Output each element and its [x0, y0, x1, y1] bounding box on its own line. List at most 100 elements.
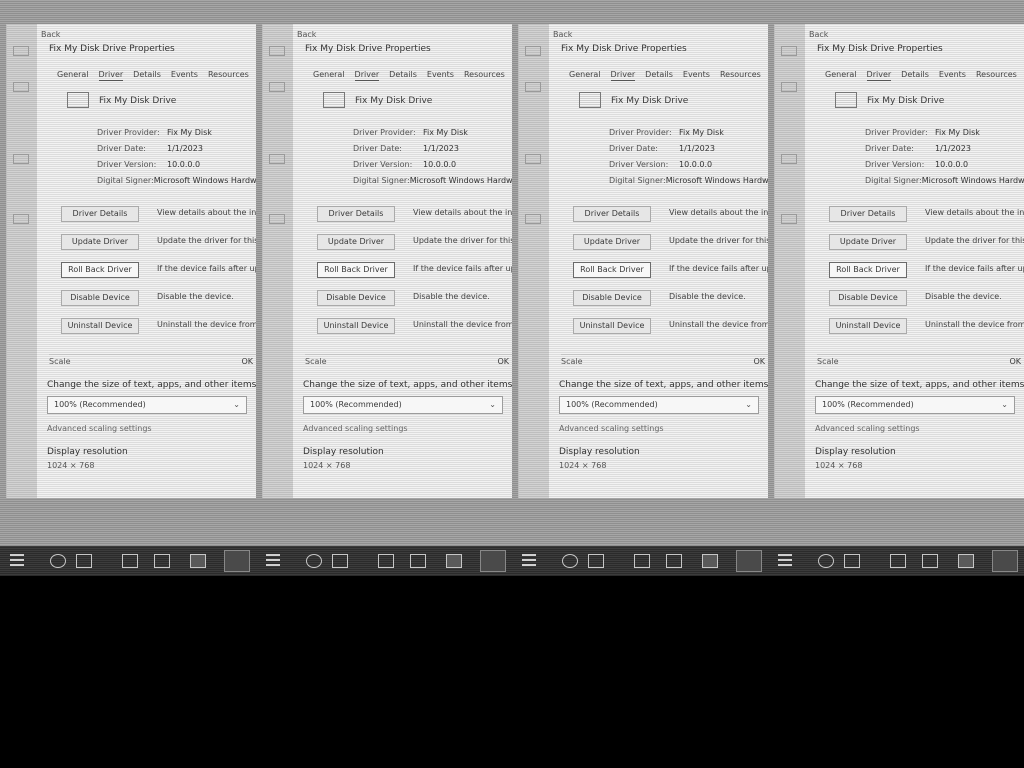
ok-button[interactable]: OK [753, 357, 765, 366]
scale-dropdown[interactable]: 100% (Recommended) ⌄ [559, 396, 759, 414]
settings-icon[interactable] [190, 554, 206, 568]
update-driver-button[interactable]: Update Driver [573, 234, 651, 250]
display-icon[interactable] [525, 154, 541, 164]
ok-button[interactable]: OK [497, 357, 509, 366]
show-desktop-icon[interactable] [736, 550, 762, 572]
tab-driver[interactable]: Driver [98, 70, 124, 81]
file-explorer-icon[interactable] [154, 554, 170, 568]
driver-details-button[interactable]: Driver Details [829, 206, 907, 222]
advanced-scaling-link[interactable]: Advanced scaling settings [47, 424, 256, 433]
start-icon[interactable] [522, 554, 536, 566]
start-icon[interactable] [10, 554, 24, 566]
tab-events[interactable]: Events [427, 70, 454, 81]
search-icon[interactable] [562, 554, 578, 568]
tab-events[interactable]: Events [683, 70, 710, 81]
update-driver-button[interactable]: Update Driver [317, 234, 395, 250]
tab-events[interactable]: Events [939, 70, 966, 81]
task-view-icon[interactable] [76, 554, 92, 568]
home-icon[interactable] [269, 46, 285, 56]
uninstall-device-button[interactable]: Uninstall Device [317, 318, 395, 334]
file-explorer-icon[interactable] [410, 554, 426, 568]
tab-details[interactable]: Details [389, 70, 417, 81]
edge-icon[interactable] [890, 554, 906, 568]
task-view-icon[interactable] [844, 554, 860, 568]
tab-events[interactable]: Events [171, 70, 198, 81]
back-link[interactable]: Back [809, 30, 828, 39]
start-icon[interactable] [266, 554, 280, 566]
driver-details-button[interactable]: Driver Details [317, 206, 395, 222]
update-driver-button[interactable]: Update Driver [829, 234, 907, 250]
display-icon[interactable] [13, 154, 29, 164]
edge-icon[interactable] [122, 554, 138, 568]
system-icon[interactable] [13, 82, 29, 92]
system-icon[interactable] [525, 82, 541, 92]
driver-details-button[interactable]: Driver Details [61, 206, 139, 222]
show-desktop-icon[interactable] [992, 550, 1018, 572]
tab-general[interactable]: General [825, 70, 857, 81]
task-view-icon[interactable] [332, 554, 348, 568]
ok-button[interactable]: OK [1009, 357, 1021, 366]
tab-resources[interactable]: Resources [976, 70, 1017, 81]
roll-back-driver-button[interactable]: Roll Back Driver [317, 262, 395, 278]
uninstall-device-button[interactable]: Uninstall Device [573, 318, 651, 334]
show-desktop-icon[interactable] [224, 550, 250, 572]
scale-dropdown[interactable]: 100% (Recommended) ⌄ [47, 396, 247, 414]
show-desktop-icon[interactable] [480, 550, 506, 572]
tab-details[interactable]: Details [901, 70, 929, 81]
roll-back-driver-button[interactable]: Roll Back Driver [573, 262, 651, 278]
back-link[interactable]: Back [297, 30, 316, 39]
scale-dropdown[interactable]: 100% (Recommended) ⌄ [815, 396, 1015, 414]
tab-driver[interactable]: Driver [866, 70, 892, 81]
edge-icon[interactable] [634, 554, 650, 568]
driver-details-button[interactable]: Driver Details [573, 206, 651, 222]
display-icon[interactable] [269, 154, 285, 164]
scale-dropdown[interactable]: 100% (Recommended) ⌄ [303, 396, 503, 414]
advanced-scaling-link[interactable]: Advanced scaling settings [303, 424, 512, 433]
uninstall-device-button[interactable]: Uninstall Device [829, 318, 907, 334]
advanced-scaling-link[interactable]: Advanced scaling settings [815, 424, 1024, 433]
tab-details[interactable]: Details [645, 70, 673, 81]
sound-icon[interactable] [781, 214, 797, 224]
search-icon[interactable] [818, 554, 834, 568]
ok-button[interactable]: OK [241, 357, 253, 366]
resolution-value[interactable]: 1024 × 768 [559, 461, 768, 470]
home-icon[interactable] [13, 46, 29, 56]
file-explorer-icon[interactable] [666, 554, 682, 568]
back-link[interactable]: Back [41, 30, 60, 39]
file-explorer-icon[interactable] [922, 554, 938, 568]
tab-resources[interactable]: Resources [720, 70, 761, 81]
home-icon[interactable] [781, 46, 797, 56]
disable-device-button[interactable]: Disable Device [317, 290, 395, 306]
system-icon[interactable] [269, 82, 285, 92]
roll-back-driver-button[interactable]: Roll Back Driver [829, 262, 907, 278]
task-view-icon[interactable] [588, 554, 604, 568]
disable-device-button[interactable]: Disable Device [61, 290, 139, 306]
update-driver-button[interactable]: Update Driver [61, 234, 139, 250]
disable-device-button[interactable]: Disable Device [829, 290, 907, 306]
sound-icon[interactable] [525, 214, 541, 224]
disable-device-button[interactable]: Disable Device [573, 290, 651, 306]
tab-driver[interactable]: Driver [354, 70, 380, 81]
display-icon[interactable] [781, 154, 797, 164]
tab-driver[interactable]: Driver [610, 70, 636, 81]
advanced-scaling-link[interactable]: Advanced scaling settings [559, 424, 768, 433]
back-link[interactable]: Back [553, 30, 572, 39]
sound-icon[interactable] [269, 214, 285, 224]
tab-general[interactable]: General [569, 70, 601, 81]
resolution-value[interactable]: 1024 × 768 [815, 461, 1024, 470]
search-icon[interactable] [50, 554, 66, 568]
tab-general[interactable]: General [313, 70, 345, 81]
uninstall-device-button[interactable]: Uninstall Device [61, 318, 139, 334]
resolution-value[interactable]: 1024 × 768 [303, 461, 512, 470]
system-icon[interactable] [781, 82, 797, 92]
search-icon[interactable] [306, 554, 322, 568]
home-icon[interactable] [525, 46, 541, 56]
roll-back-driver-button[interactable]: Roll Back Driver [61, 262, 139, 278]
sound-icon[interactable] [13, 214, 29, 224]
tab-resources[interactable]: Resources [208, 70, 249, 81]
tab-details[interactable]: Details [133, 70, 161, 81]
edge-icon[interactable] [378, 554, 394, 568]
start-icon[interactable] [778, 554, 792, 566]
resolution-value[interactable]: 1024 × 768 [47, 461, 256, 470]
tab-general[interactable]: General [57, 70, 89, 81]
